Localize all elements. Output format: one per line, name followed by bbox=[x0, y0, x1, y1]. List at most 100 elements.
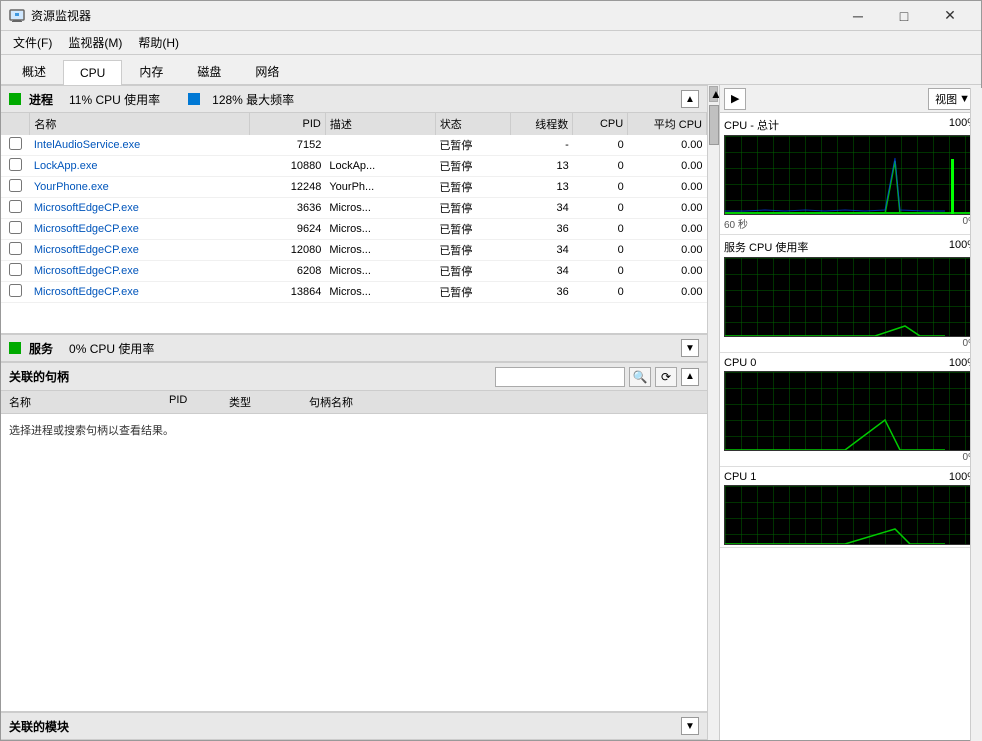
menu-bar: 文件(F) 监视器(M) 帮助(H) bbox=[1, 31, 981, 55]
table-row[interactable]: YourPhone.exe 12248 YourPh... 已暂停 13 0 0… bbox=[1, 177, 707, 198]
maximize-button[interactable]: □ bbox=[881, 1, 927, 31]
title-bar: 资源监视器 ─ □ ✕ bbox=[1, 1, 981, 31]
services-section-header[interactable]: 服务 0% CPU 使用率 ▼ bbox=[1, 334, 707, 362]
chart-cpu1: CPU 1 100% bbox=[720, 467, 981, 548]
tab-memory[interactable]: 内存 bbox=[122, 57, 180, 85]
modules-section: 关联的模块 ▼ bbox=[1, 711, 707, 740]
row-desc: Micros... bbox=[325, 219, 435, 240]
row-avgcpu: 0.00 bbox=[628, 198, 707, 219]
col-avgcpu[interactable]: 平均 CPU bbox=[628, 113, 707, 135]
handles-search-input[interactable] bbox=[495, 367, 625, 387]
tab-network[interactable]: 网络 bbox=[238, 57, 296, 85]
handles-expand-button[interactable]: ▲ bbox=[681, 368, 699, 386]
view-dropdown-icon: ▼ bbox=[959, 93, 970, 105]
col-cpu[interactable]: CPU bbox=[573, 113, 628, 135]
handles-col-type: 类型 bbox=[229, 394, 309, 410]
table-row[interactable]: LockApp.exe 10880 LockAp... 已暂停 13 0 0.0… bbox=[1, 156, 707, 177]
modules-label: 关联的模块 bbox=[9, 718, 69, 735]
row-threads: 36 bbox=[511, 282, 573, 303]
tab-disk[interactable]: 磁盘 bbox=[180, 57, 238, 85]
table-row[interactable]: MicrosoftEdgeCP.exe 12080 Micros... 已暂停 … bbox=[1, 240, 707, 261]
row-checkbox[interactable] bbox=[1, 135, 30, 156]
col-state[interactable]: 状态 bbox=[435, 113, 511, 135]
row-name: LockApp.exe bbox=[30, 156, 250, 177]
process-label: 进程 bbox=[29, 91, 53, 108]
row-threads: 34 bbox=[511, 261, 573, 282]
row-avgcpu: 0.00 bbox=[628, 282, 707, 303]
row-cpu: 0 bbox=[573, 198, 628, 219]
col-desc[interactable]: 描述 bbox=[325, 113, 435, 135]
table-row[interactable]: MicrosoftEdgeCP.exe 6208 Micros... 已暂停 3… bbox=[1, 261, 707, 282]
table-row[interactable]: MicrosoftEdgeCP.exe 9624 Micros... 已暂停 3… bbox=[1, 219, 707, 240]
table-row[interactable]: IntelAudioService.exe 7152 已暂停 - 0 0.00 bbox=[1, 135, 707, 156]
tab-overview[interactable]: 概述 bbox=[5, 57, 63, 85]
col-checkbox[interactable] bbox=[1, 113, 30, 135]
chart-cpu-total: CPU - 总计 100% 60 秒 0% bbox=[720, 113, 981, 235]
row-name: MicrosoftEdgeCP.exe bbox=[30, 261, 250, 282]
row-checkbox[interactable] bbox=[1, 177, 30, 198]
scroll-thumb[interactable] bbox=[709, 105, 719, 145]
modules-expand-button[interactable]: ▼ bbox=[681, 717, 699, 735]
row-pid: 13864 bbox=[250, 282, 326, 303]
chart-cpu0-label: CPU 0 bbox=[724, 357, 756, 369]
menu-monitor[interactable]: 监视器(M) bbox=[60, 32, 130, 53]
row-state: 已暂停 bbox=[435, 261, 511, 282]
row-checkbox[interactable] bbox=[1, 198, 30, 219]
table-row[interactable]: MicrosoftEdgeCP.exe 3636 Micros... 已暂停 3… bbox=[1, 198, 707, 219]
process-status-icon bbox=[9, 93, 21, 105]
process-expand-button[interactable]: ▲ bbox=[681, 90, 699, 108]
col-pid[interactable]: PID bbox=[250, 113, 326, 135]
chart-cpu-total-time: 60 秒 bbox=[724, 216, 748, 231]
row-name: MicrosoftEdgeCP.exe bbox=[30, 198, 250, 219]
row-cpu: 0 bbox=[573, 135, 628, 156]
modules-section-header[interactable]: 关联的模块 ▼ bbox=[1, 712, 707, 740]
row-checkbox[interactable] bbox=[1, 240, 30, 261]
row-name: MicrosoftEdgeCP.exe bbox=[30, 219, 250, 240]
row-threads: 34 bbox=[511, 198, 573, 219]
handles-refresh-button[interactable]: ⟳ bbox=[655, 367, 677, 387]
left-panel: 进程 11% CPU 使用率 128% 最大频率 ▲ 名称 bbox=[1, 85, 707, 740]
right-panel-charts: CPU - 总计 100% 60 秒 0% bbox=[720, 113, 981, 740]
row-pid: 6208 bbox=[250, 261, 326, 282]
right-scrollbar[interactable] bbox=[970, 88, 981, 740]
row-checkbox[interactable] bbox=[1, 282, 30, 303]
row-threads: 36 bbox=[511, 219, 573, 240]
row-checkbox[interactable] bbox=[1, 156, 30, 177]
process-max-freq: 128% 最大频率 bbox=[212, 91, 294, 108]
menu-help[interactable]: 帮助(H) bbox=[130, 32, 187, 53]
tab-cpu[interactable]: CPU bbox=[63, 60, 122, 85]
chart-cpu0-svg bbox=[725, 372, 976, 450]
view-label: 视图 bbox=[935, 91, 957, 107]
row-desc bbox=[325, 135, 435, 156]
menu-file[interactable]: 文件(F) bbox=[5, 32, 60, 53]
row-pid: 12248 bbox=[250, 177, 326, 198]
handles-search-button[interactable]: 🔍 bbox=[629, 367, 651, 387]
close-button[interactable]: ✕ bbox=[927, 1, 973, 31]
col-threads[interactable]: 线程数 bbox=[511, 113, 573, 135]
chart-cpu0-graph bbox=[724, 371, 977, 451]
chart-service-cpu-label: 服务 CPU 使用率 bbox=[724, 239, 808, 255]
process-table: 名称 PID 描述 状态 线程数 CPU 平均 CPU IntelAudi bbox=[1, 113, 707, 303]
row-desc: Micros... bbox=[325, 240, 435, 261]
process-cpu-usage: 11% CPU 使用率 bbox=[69, 91, 160, 108]
row-threads: - bbox=[511, 135, 573, 156]
scroll-up-arrow[interactable]: ▲ bbox=[709, 86, 718, 102]
minimize-button[interactable]: ─ bbox=[835, 1, 881, 31]
process-section-header[interactable]: 进程 11% CPU 使用率 128% 最大频率 ▲ bbox=[1, 85, 707, 113]
right-nav-button[interactable]: ▶ bbox=[724, 88, 746, 110]
services-expand-button[interactable]: ▼ bbox=[681, 339, 699, 357]
chart-cpu1-label: CPU 1 bbox=[724, 471, 756, 483]
process-table-wrapper[interactable]: 名称 PID 描述 状态 线程数 CPU 平均 CPU IntelAudi bbox=[1, 113, 707, 333]
chart-cpu1-svg bbox=[725, 486, 976, 544]
handles-section: 关联的句柄 🔍 ⟳ ▲ 名称 PID 类型 句柄名称 选择进程或搜索句柄以查看结… bbox=[1, 362, 707, 711]
table-row[interactable]: MicrosoftEdgeCP.exe 13864 Micros... 已暂停 … bbox=[1, 282, 707, 303]
chart-cpu-total-label: CPU - 总计 bbox=[724, 117, 779, 133]
row-threads: 13 bbox=[511, 177, 573, 198]
row-cpu: 0 bbox=[573, 261, 628, 282]
process-table-section: 名称 PID 描述 状态 线程数 CPU 平均 CPU IntelAudi bbox=[1, 113, 707, 333]
left-scrollbar[interactable]: ▲ bbox=[707, 85, 719, 740]
col-name[interactable]: 名称 bbox=[30, 113, 250, 135]
row-checkbox[interactable] bbox=[1, 261, 30, 282]
row-checkbox[interactable] bbox=[1, 219, 30, 240]
handles-header: 关联的句柄 🔍 ⟳ ▲ bbox=[1, 363, 707, 391]
